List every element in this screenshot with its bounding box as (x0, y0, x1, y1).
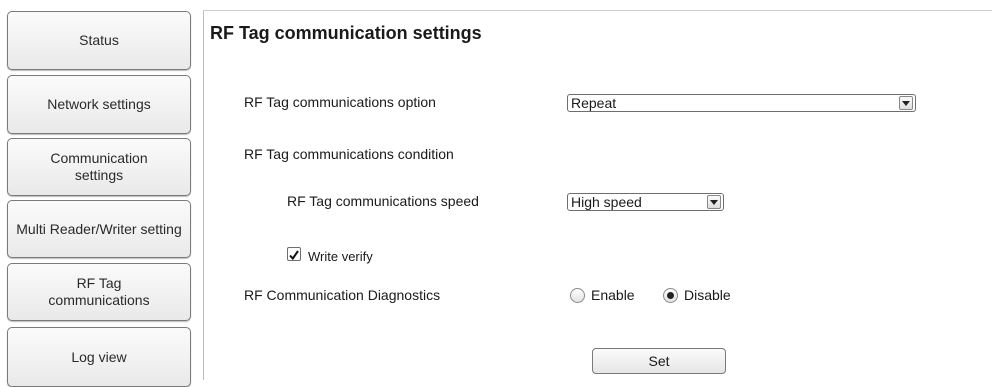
nav-communication-settings-label: Communication settings (50, 150, 148, 183)
nav-network-settings-label: Network settings (47, 96, 151, 112)
set-button-label: Set (648, 353, 670, 369)
option-select-value: Repeat (571, 95, 617, 111)
panel-divider (203, 10, 204, 380)
sidebar-nav: Status Network settings Communication se… (0, 0, 200, 387)
chevron-down-icon (899, 96, 913, 110)
nav-rf-tag-communications-label: RF Tag communications (48, 275, 150, 308)
diagnostics-label: RF Communication Diagnostics (244, 287, 441, 303)
option-select[interactable]: Repeat (567, 94, 916, 112)
nav-communication-settings-button[interactable]: Communication settings (7, 138, 191, 196)
nav-rf-tag-communications-button[interactable]: RF Tag communications (7, 263, 191, 321)
option-label: RF Tag communications option (244, 94, 436, 110)
nav-log-view-label: Log view (71, 348, 127, 365)
page-title: RF Tag communication settings (210, 23, 482, 43)
nav-status-label: Status (79, 32, 119, 48)
nav-network-settings-button[interactable]: Network settings (7, 75, 191, 134)
speed-label: RF Tag communications speed (287, 193, 479, 209)
radio-selected-dot (667, 292, 674, 299)
write-verify-label: Write verify (308, 249, 373, 264)
enable-radio-label: Enable (591, 287, 635, 303)
chevron-down-icon (707, 195, 721, 209)
nav-log-view-button[interactable]: Log view (7, 327, 191, 387)
enable-radio[interactable] (570, 288, 585, 303)
speed-select[interactable]: High speed (567, 193, 724, 211)
disable-radio[interactable] (663, 288, 678, 303)
condition-label: RF Tag communications condition (244, 146, 454, 162)
nav-multi-reader-writer-label: Multi Reader/Writer setting (16, 220, 182, 237)
speed-select-value: High speed (571, 194, 642, 210)
write-verify-checkbox[interactable] (287, 247, 301, 261)
nav-status-button[interactable]: Status (7, 11, 191, 70)
panel-top-border (203, 10, 992, 11)
set-button[interactable]: Set (592, 348, 726, 374)
checkmark-icon (289, 250, 299, 261)
disable-radio-label: Disable (684, 287, 731, 303)
nav-multi-reader-writer-button[interactable]: Multi Reader/Writer setting (7, 200, 191, 258)
